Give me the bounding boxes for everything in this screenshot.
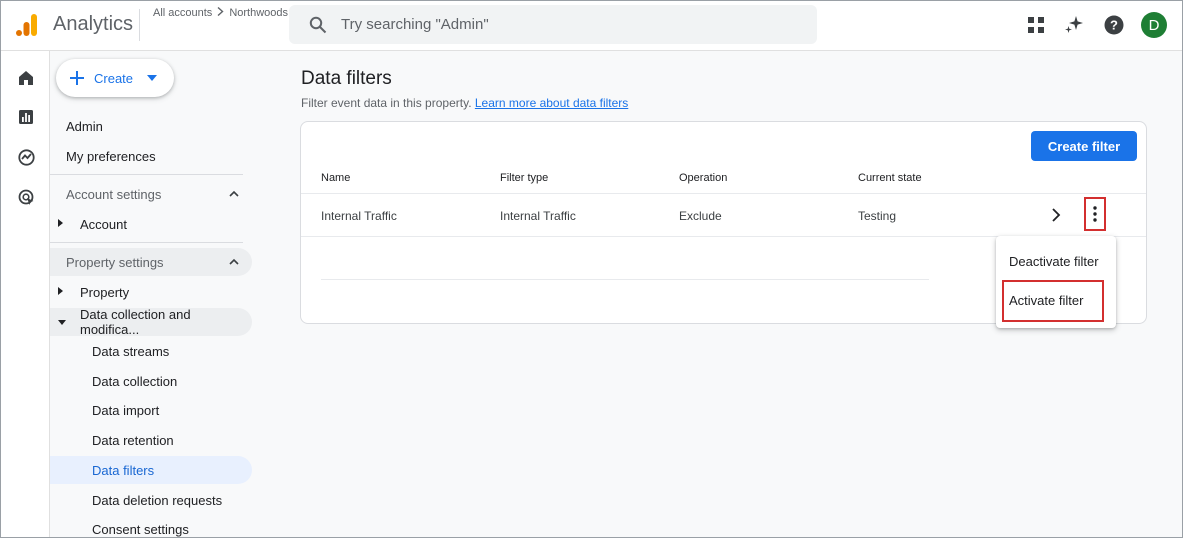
sidebar-item-data-streams[interactable]: Data streams [50, 337, 252, 365]
page-subtitle: Filter event data in this property. Lear… [301, 96, 628, 110]
chevron-right-icon[interactable] [1049, 208, 1063, 222]
cell-current-state: Testing [858, 209, 897, 223]
section-property-settings-label: Property settings [66, 254, 164, 270]
header-divider [139, 9, 140, 41]
search-bar[interactable] [289, 5, 817, 44]
caret-right-icon [58, 287, 66, 297]
breadcrumb-property[interactable]: Northwoods [229, 7, 288, 19]
apps-grid-icon[interactable] [1025, 14, 1047, 36]
reports-icon[interactable] [17, 108, 35, 126]
analytics-logo-icon[interactable] [15, 13, 39, 37]
tree-item-account[interactable]: Account [50, 210, 252, 238]
chevron-up-icon [229, 258, 239, 265]
cell-operation: Exclude [679, 209, 722, 223]
page-subtitle-text: Filter event data in this property. [301, 96, 472, 110]
create-filter-button[interactable]: Create filter [1031, 131, 1137, 161]
app-window: Analytics All accounts Northwoods Try se… [0, 0, 1183, 538]
more-options-button[interactable] [1084, 197, 1106, 231]
more-vert-icon [1093, 206, 1097, 222]
highlight-box [1002, 280, 1104, 322]
sidebar-item-data-collection[interactable]: Data collection [50, 367, 252, 395]
tree-item-property-label: Property [80, 284, 130, 300]
row-context-menu: Deactivate filter Activate filter [996, 236, 1116, 328]
column-header-current-state[interactable]: Current state [858, 172, 922, 184]
caret-right-icon [58, 219, 66, 229]
explore-icon[interactable] [17, 148, 35, 166]
search-input[interactable] [341, 16, 781, 33]
menu-item-deactivate-filter[interactable]: Deactivate filter [1009, 254, 1099, 269]
help-icon[interactable]: ? [1103, 14, 1125, 36]
create-button-label: Create [94, 70, 134, 86]
sidebar-divider [50, 242, 243, 243]
table-divider [301, 193, 1146, 194]
tree-item-property[interactable]: Property [50, 278, 252, 306]
plus-icon [70, 67, 84, 89]
section-account-settings[interactable]: Account settings [50, 180, 252, 208]
tree-item-data-collection-modification-label: Data collection and modifica... [80, 307, 191, 337]
avatar[interactable]: D [1141, 12, 1167, 38]
breadcrumb-chevron-icon [217, 6, 224, 19]
sidebar-item-consent-settings[interactable]: Consent settings [50, 515, 252, 537]
sidebar-item-data-filters[interactable]: Data filters [50, 456, 252, 484]
learn-more-link[interactable]: Learn more about data filters [475, 96, 628, 110]
caret-down-icon [58, 318, 66, 327]
sidebar-item-data-retention[interactable]: Data retention [50, 426, 252, 454]
admin-sidebar: Create Admin My preferences Account sett… [50, 51, 270, 537]
search-icon [309, 16, 327, 33]
column-header-filter-type[interactable]: Filter type [500, 172, 548, 184]
tree-item-account-label: Account [80, 216, 127, 232]
column-header-operation[interactable]: Operation [679, 172, 727, 184]
create-button[interactable]: Create [56, 59, 174, 97]
nav-my-preferences[interactable]: My preferences [66, 149, 156, 164]
breadcrumb-all-accounts[interactable]: All accounts [153, 7, 212, 19]
section-property-settings[interactable]: Property settings [50, 248, 252, 276]
left-rail [1, 51, 50, 537]
home-icon[interactable] [17, 69, 35, 87]
breadcrumb[interactable]: All accounts Northwoods [153, 6, 288, 19]
table-divider [321, 279, 929, 280]
advertising-icon[interactable] [17, 188, 35, 206]
cell-name: Internal Traffic [321, 209, 397, 223]
sidebar-item-data-import[interactable]: Data import [50, 396, 252, 424]
svg-text:?: ? [1110, 18, 1118, 33]
app-name: Analytics [53, 13, 134, 35]
chevron-up-icon [229, 190, 239, 197]
column-header-name[interactable]: Name [321, 172, 350, 184]
section-account-settings-label: Account settings [66, 186, 162, 202]
sidebar-item-data-deletion-requests[interactable]: Data deletion requests [50, 486, 252, 514]
nav-admin[interactable]: Admin [66, 119, 103, 134]
caret-down-icon [147, 73, 158, 84]
tree-item-data-collection-modification[interactable]: Data collection and modifica... [50, 307, 252, 337]
cell-filter-type: Internal Traffic [500, 209, 576, 223]
sidebar-divider [50, 174, 243, 175]
page-title: Data filters [301, 68, 392, 89]
top-app-bar: Analytics All accounts Northwoods Try se… [1, 1, 1182, 51]
sparkle-icon[interactable] [1063, 14, 1085, 36]
